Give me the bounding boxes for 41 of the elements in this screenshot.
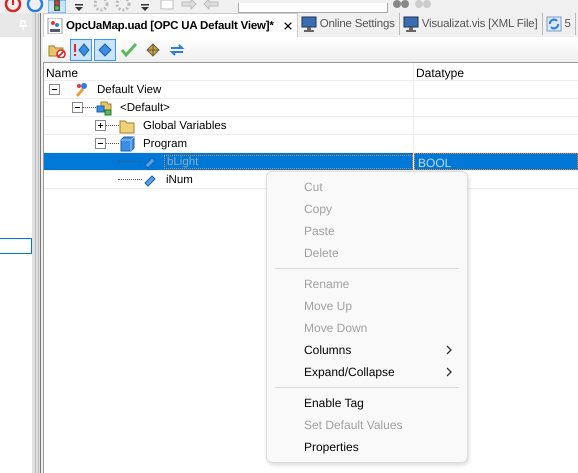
monitor-icon (402, 16, 419, 32)
tree-label: iNum (165, 174, 194, 186)
chevron-right-icon (445, 345, 453, 355)
menu-item[interactable]: Columns (267, 339, 467, 361)
stop-icon[interactable] (4, 0, 22, 13)
tree-row[interactable]: <Default> (44, 99, 578, 117)
menu-item[interactable]: Properties (267, 436, 467, 458)
folder-group-icon (96, 100, 112, 116)
menu-item[interactable]: Expand/Collapse (267, 361, 467, 383)
menu-item[interactable]: Enable Tag (267, 392, 467, 414)
monitor-icon (300, 16, 317, 32)
chevron-right-icon (445, 367, 453, 377)
document-icon (47, 18, 63, 34)
tab[interactable]: Visualizat.vis [XML File] (400, 13, 542, 35)
tree-label: Default View (96, 84, 162, 96)
tree-label: Program (142, 138, 188, 150)
tab[interactable]: Online Settings (298, 13, 400, 35)
cube-icon (119, 136, 135, 152)
tree-label: <Default> (119, 102, 171, 114)
folder-icon (119, 118, 135, 134)
refresh-icon (546, 16, 562, 32)
tag-icon[interactable] (94, 38, 116, 60)
close-icon[interactable] (282, 20, 293, 30)
splitter[interactable] (32, 13, 43, 473)
wand-icon (73, 82, 89, 98)
tree-label: Global Variables (142, 120, 228, 132)
input-field[interactable] (0, 238, 32, 254)
expand-icon[interactable] (95, 120, 106, 131)
collapse-icon[interactable] (95, 138, 106, 149)
traffic-light-icon[interactable] (48, 0, 66, 13)
collapse-icon[interactable] (72, 102, 83, 113)
datatype-cell: BOOL (414, 153, 578, 170)
column-header[interactable]: Name (44, 63, 414, 80)
collapse-icon[interactable] (49, 84, 60, 95)
column-header[interactable]: Datatype (414, 63, 466, 80)
tab[interactable]: 5 (542, 13, 576, 35)
tree-row[interactable]: Global Variables (44, 117, 578, 135)
tab[interactable]: OpcUaMap.uad [OPC UA Default View]* (43, 13, 298, 37)
tree-label: bLight (164, 154, 413, 168)
tag-warning-icon[interactable] (70, 38, 92, 60)
tree-row[interactable]: Default View (44, 81, 578, 99)
